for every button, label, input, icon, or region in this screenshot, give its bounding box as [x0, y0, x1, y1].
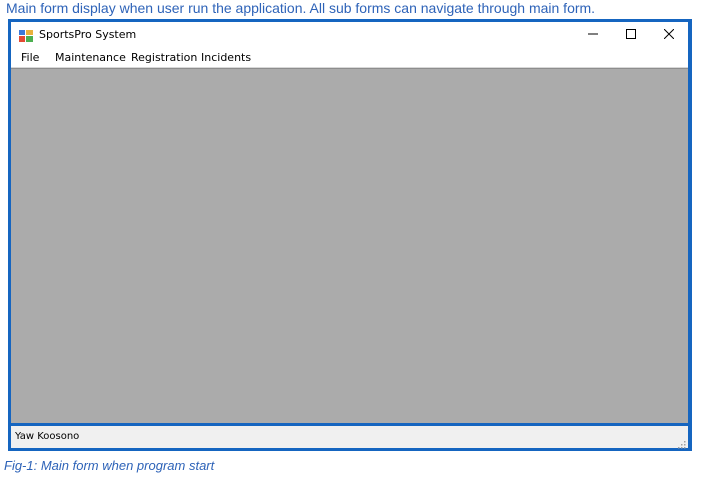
window-title: SportsPro System — [39, 28, 137, 41]
top-caption: Main form display when user run the appl… — [6, 0, 596, 16]
minimize-button[interactable] — [574, 22, 612, 48]
app-icon — [19, 29, 33, 42]
menu-bar: File Maintenance Registration Incidents — [11, 48, 688, 68]
title-bar[interactable]: SportsPro System — [11, 22, 688, 48]
status-bar: Yaw Koosono — [11, 426, 688, 449]
close-button[interactable] — [650, 22, 688, 48]
menu-registration[interactable]: Registration — [127, 51, 201, 65]
maximize-button[interactable] — [612, 22, 650, 48]
figure-caption: Fig-1: Main form when program start — [4, 458, 215, 473]
mdi-client-area[interactable] — [11, 68, 688, 423]
close-icon — [663, 26, 675, 44]
menu-incidents[interactable]: Incidents — [197, 51, 255, 65]
menu-maintenance[interactable]: Maintenance — [51, 51, 130, 65]
menu-file[interactable]: File — [17, 51, 43, 65]
main-window: SportsPro System File Maintenance Regist… — [8, 19, 692, 451]
minimize-icon — [588, 26, 598, 44]
maximize-icon — [626, 26, 636, 44]
size-grip-icon[interactable] — [676, 436, 686, 449]
status-user-label: Yaw Koosono — [15, 431, 80, 442]
